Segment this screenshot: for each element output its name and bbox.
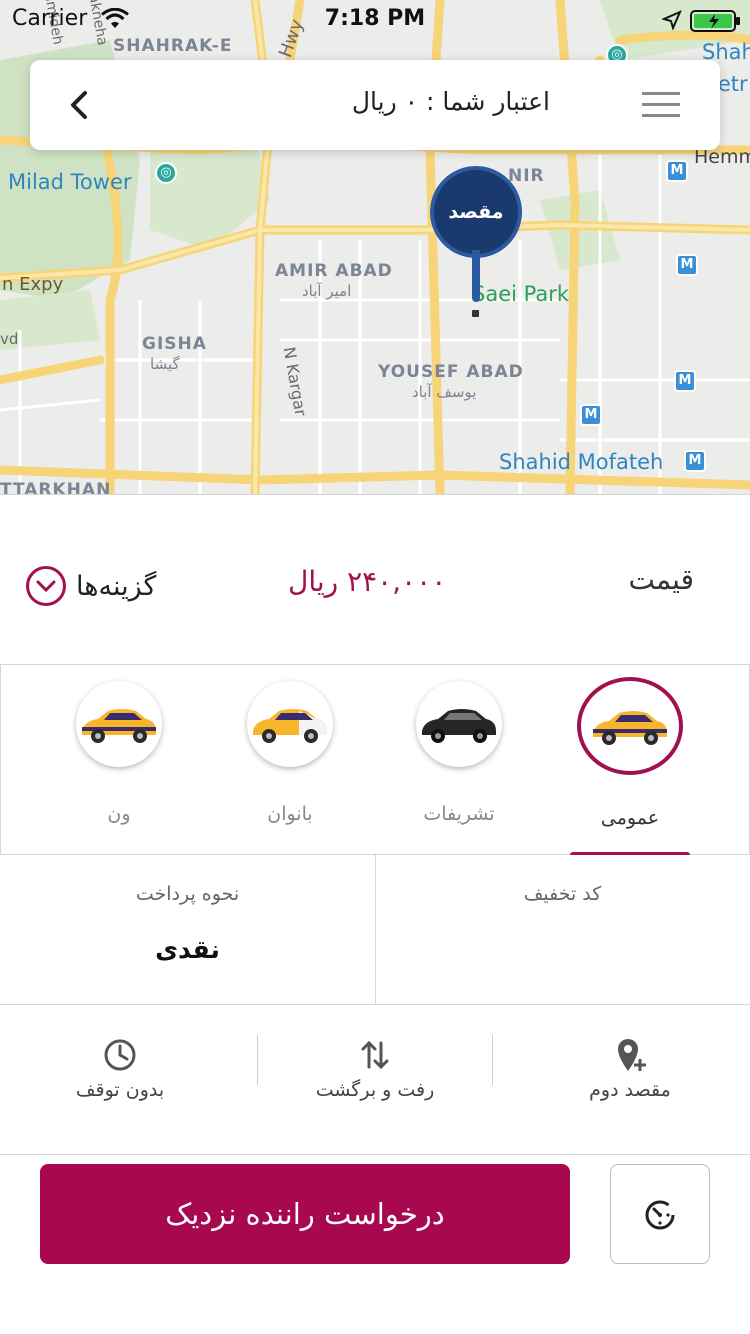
payment-method[interactable]: نحوه پرداخت نقدی [0, 855, 375, 1005]
map-label-yousef-abad: YOUSEF ABAD [378, 362, 524, 382]
map-label-amir-abad-fa: امیر آباد [302, 282, 352, 300]
metro-icon: M [674, 370, 696, 392]
car-type-women[interactable]: بانوان [230, 681, 350, 851]
map-label-amir-abad: AMIR ABAD [275, 261, 393, 281]
yellow-white-car-icon [247, 681, 333, 767]
hamburger-menu-icon[interactable] [642, 92, 680, 118]
payment-discount-row: نحوه پرداخت نقدی کد تخفیف [0, 855, 750, 1005]
car-type-premium[interactable]: تشریفات [399, 681, 519, 851]
second-destination-option[interactable]: مقصد دوم [555, 1035, 705, 1115]
map-label-gisha-fa: گیشا [150, 355, 180, 373]
no-stop-option[interactable]: بدون توقف [40, 1035, 200, 1115]
no-stop-label: بدون توقف [75, 1079, 165, 1101]
metro-icon: M [580, 404, 602, 426]
metro-icon: M [684, 450, 706, 472]
chevron-down-icon [26, 566, 66, 606]
location-arrow-icon [662, 10, 682, 30]
payment-method-value: نقدی [155, 935, 220, 964]
car-type-van[interactable]: ون [59, 681, 179, 851]
car-type-name: عمومی [600, 807, 660, 829]
map-label-yousef-abad-fa: یوسف آباد [412, 383, 477, 401]
trip-options-row: بدون توقف رفت و برگشت مقصد دوم [0, 1005, 750, 1155]
round-trip-option[interactable]: رفت و برگشت [290, 1035, 460, 1115]
status-bar: Carrier 7:18 PM [0, 0, 750, 40]
map-label-milad-tower: Milad Tower [8, 170, 132, 194]
car-type-general[interactable]: عمومی [570, 677, 690, 857]
battery-icon [690, 10, 740, 32]
camera-poi-icon: ◎ [155, 162, 177, 184]
payment-method-label: نحوه پرداخت [135, 883, 240, 905]
car-type-selector: عمومی تشریفات بانوان ون [0, 665, 750, 857]
metro-icon: M [676, 254, 698, 276]
schedule-button[interactable] [610, 1164, 710, 1264]
options-toggle[interactable]: گزینه‌ها [26, 565, 156, 607]
yellow-taxi-icon [577, 677, 683, 775]
header-card: اعتبار شما : ۰ ریال [30, 60, 720, 150]
car-type-name: ون [107, 803, 131, 825]
destination-pin[interactable]: مقصد [430, 166, 522, 317]
black-car-icon [416, 681, 502, 767]
status-time: 7:18 PM [324, 6, 426, 31]
round-trip-label: رفت و برگشت [315, 1079, 435, 1101]
clock-icon [104, 1039, 136, 1071]
options-label: گزینه‌ها [76, 570, 157, 602]
pin-point [472, 310, 479, 317]
metro-icon: M [666, 160, 688, 182]
back-chevron-icon[interactable] [60, 85, 100, 125]
pin-stem [472, 250, 480, 302]
price-value: ۲۴۰,۰۰۰ ریال [288, 565, 447, 598]
swap-vertical-icon [361, 1040, 389, 1070]
add-location-icon [618, 1039, 646, 1071]
second-destination-label: مقصد دوم [589, 1079, 671, 1101]
request-driver-button[interactable]: درخواست راننده نزدیک [40, 1164, 570, 1264]
map-label-expy: n Expy [2, 274, 64, 295]
yellow-taxi-icon [76, 681, 162, 767]
discount-code[interactable]: کد تخفیف [375, 855, 750, 1005]
car-type-name: بانوان [267, 803, 313, 825]
app: Fahmideh akneha SHAHRAK-E Hwy Shah letr … [0, 0, 750, 1334]
price-label: قیمت [628, 563, 694, 596]
divider [257, 1035, 258, 1085]
credit-balance: اعتبار شما : ۰ ریال [351, 87, 550, 116]
map-label-shahid-mofateh: Shahid Mofateh [499, 450, 664, 474]
map-label-gisha: GISHA [142, 334, 207, 354]
map-label-sattarkhan: TTARKHAN [0, 480, 112, 494]
timer-icon [645, 1200, 675, 1230]
destination-pin-label: مقصد [430, 166, 522, 258]
map-label-vd: vd [0, 330, 19, 348]
discount-code-label: کد تخفیف [523, 883, 602, 905]
car-type-name: تشریفات [423, 803, 495, 825]
price-row: قیمت ۲۴۰,۰۰۰ ریال گزینه‌ها [0, 494, 750, 665]
map-label-saei-park: Saei Park [472, 282, 570, 306]
divider [492, 1035, 493, 1085]
